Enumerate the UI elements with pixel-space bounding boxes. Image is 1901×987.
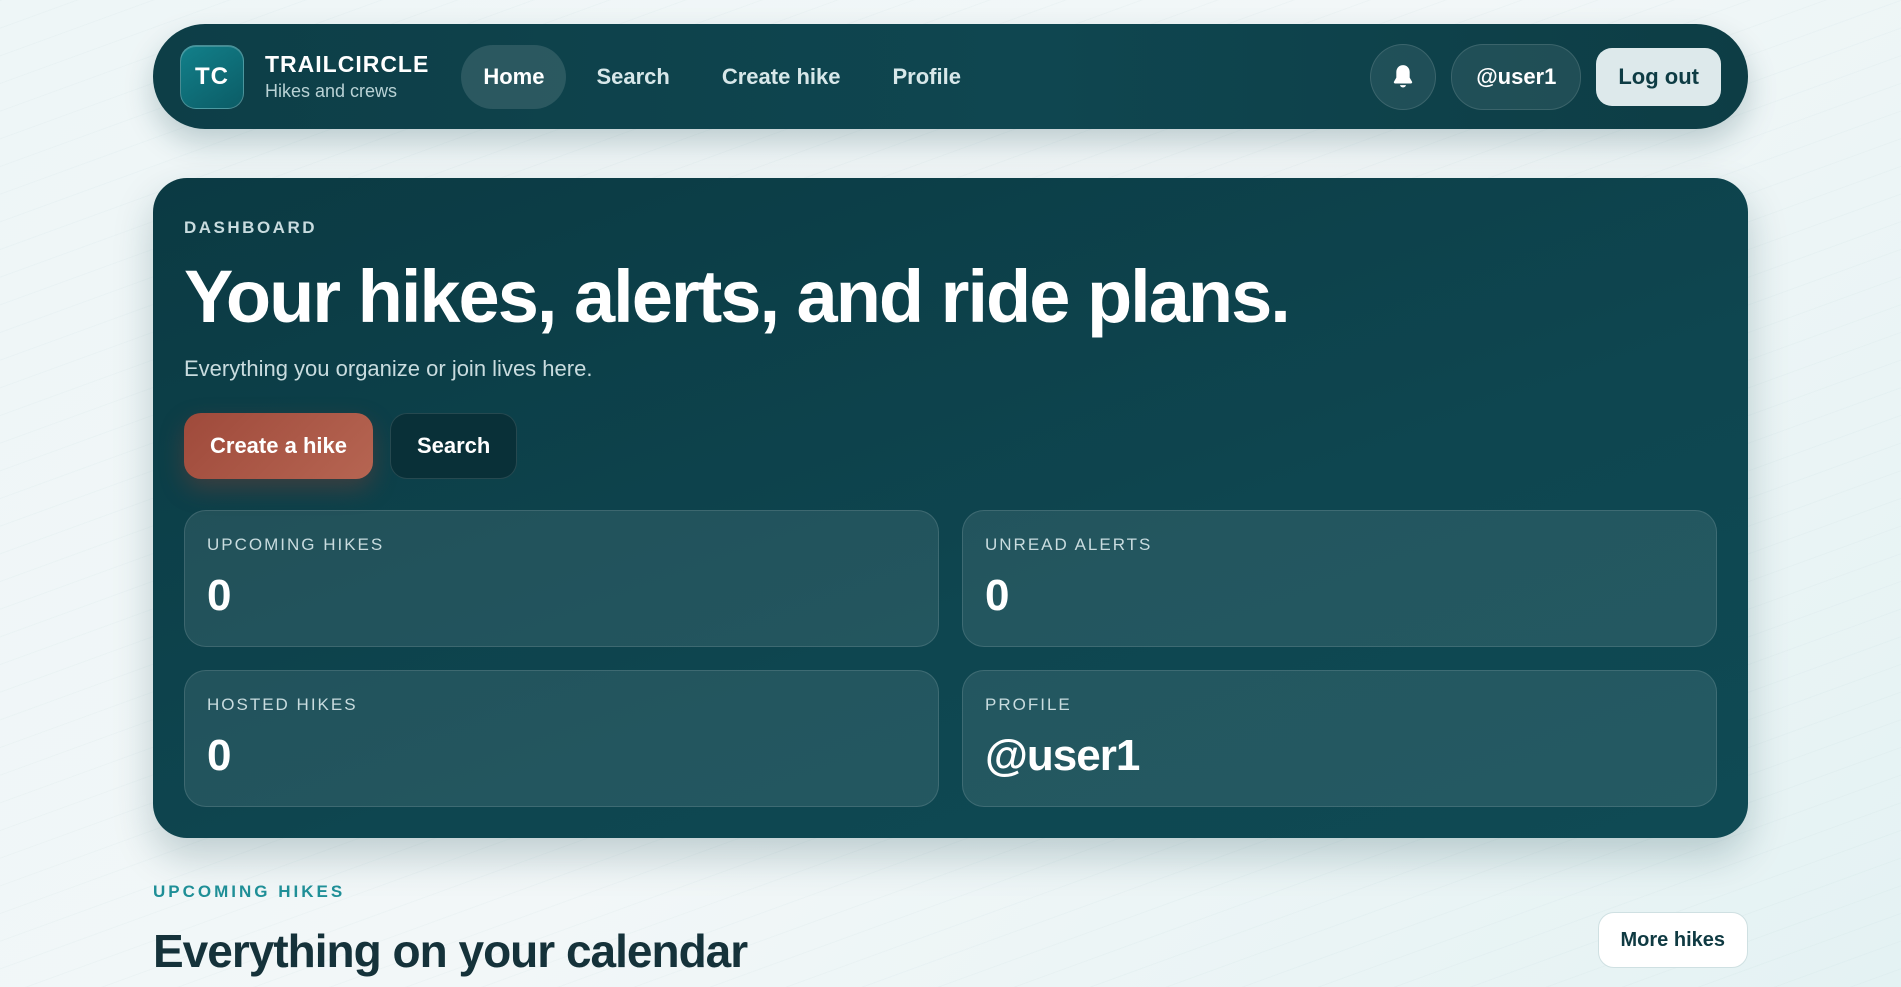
nav-actions: @user1 Log out [1370,43,1721,110]
nav-link-profile[interactable]: Profile [870,45,982,109]
logout-button[interactable]: Log out [1596,47,1721,106]
stat-card-hosted-hikes: HOSTED HIKES 0 [184,670,939,807]
hero-subtitle: Everything you organize or join lives he… [184,356,593,381]
stat-value: 0 [207,731,231,780]
stat-label: HOSTED HIKES [207,695,358,714]
stat-label: UPCOMING HIKES [207,535,385,554]
hero-eyebrow: DASHBOARD [184,218,317,237]
notifications-button[interactable] [1370,43,1437,110]
brand-tagline: Hikes and crews [265,81,398,101]
nav-link-create-hike[interactable]: Create hike [700,45,863,109]
dashboard-hero: DASHBOARD Your hikes, alerts, and ride p… [153,178,1748,838]
page-container: TC TRAILCIRCLE Hikes and crews Home Sear… [153,24,1748,978]
stat-value: 0 [985,571,1009,620]
stats-grid: UPCOMING HIKES 0 UNREAD ALERTS 0 HOSTED … [184,510,1717,807]
stat-card-upcoming-hikes: UPCOMING HIKES 0 [184,510,939,647]
nav-link-search[interactable]: Search [574,45,691,109]
nav-link-home[interactable]: Home [461,44,567,109]
section-eyebrow: UPCOMING HIKES [153,882,346,901]
create-hike-button[interactable]: Create a hike [184,413,373,479]
hero-actions: Create a hike Search [184,413,1717,479]
main-nav: Home Search Create hike Profile [461,44,991,109]
brand-name: TRAILCIRCLE [265,51,430,77]
more-hikes-button[interactable]: More hikes [1597,912,1748,968]
stat-card-profile: PROFILE @user1 [962,670,1717,807]
search-button[interactable]: Search [389,413,518,479]
stat-value: @user1 [985,731,1140,780]
top-navbar: TC TRAILCIRCLE Hikes and crews Home Sear… [153,24,1748,129]
stat-value: 0 [207,571,231,620]
stat-card-unread-alerts: UNREAD ALERTS 0 [962,510,1717,647]
brand: TRAILCIRCLE Hikes and crews [265,51,429,102]
upcoming-hikes-section: UPCOMING HIKES Everything on your calend… [153,882,1748,978]
user-handle-pill[interactable]: @user1 [1451,43,1582,110]
section-title: Everything on your calendar [153,925,748,977]
bell-icon [1393,64,1413,87]
stat-label: PROFILE [985,695,1072,714]
brand-logo[interactable]: TC [180,44,244,109]
stat-label: UNREAD ALERTS [985,535,1153,554]
page-title: Your hikes, alerts, and ride plans. [184,255,1291,338]
